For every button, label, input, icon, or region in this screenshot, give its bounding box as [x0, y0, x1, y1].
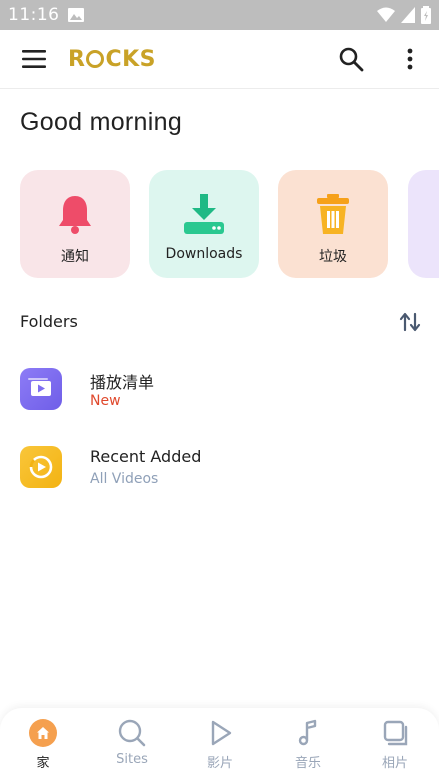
nav-music[interactable]: 音乐	[273, 718, 343, 778]
folder-name: Recent Added	[90, 447, 202, 466]
recent-video-icon	[20, 446, 62, 488]
app-logo: R CKS	[68, 44, 156, 74]
music-note-icon	[298, 719, 317, 746]
bottom-nav: 家 Sites 影片 音乐 相片	[0, 708, 439, 780]
folder-name: 播放清单	[90, 373, 155, 392]
folder-item-recent-added[interactable]: Recent Added All Videos	[20, 446, 420, 502]
more-vert-icon[interactable]	[398, 46, 422, 72]
status-time: 11:16	[8, 5, 60, 25]
downloads-card[interactable]: Downloads	[149, 170, 259, 278]
search-icon[interactable]	[338, 46, 364, 72]
nav-home-label: 家	[36, 756, 50, 771]
crown-o-icon	[86, 50, 105, 68]
wifi-icon	[377, 7, 395, 22]
trash-icon	[317, 194, 349, 234]
folder-subtitle: New	[90, 393, 121, 409]
playlist-icon	[20, 368, 62, 410]
home-icon	[29, 719, 57, 747]
trash-label: 垃圾	[319, 249, 347, 265]
play-icon	[211, 720, 232, 746]
folder-item-playlist[interactable]: 播放清单 New	[20, 368, 420, 424]
trash-card[interactable]: 垃圾	[278, 170, 388, 278]
battery-icon	[421, 6, 431, 24]
nav-home[interactable]: 家	[8, 718, 78, 778]
download-icon	[184, 194, 224, 234]
nav-films[interactable]: 影片	[185, 718, 255, 778]
photos-icon	[383, 720, 408, 746]
nav-sites[interactable]: Sites	[97, 718, 167, 778]
logo-text-end: CKS	[105, 46, 156, 72]
nav-films-label: 影片	[206, 756, 233, 771]
more-card[interactable]	[408, 170, 439, 278]
folder-subtitle: All Videos	[90, 471, 159, 487]
gallery-notification-icon	[67, 8, 84, 22]
nav-photos-label: 相片	[381, 756, 408, 771]
menu-icon[interactable]	[20, 46, 48, 72]
quick-actions: 通知 Downloads 垃圾	[20, 170, 439, 280]
search-icon	[118, 719, 146, 747]
downloads-label: Downloads	[165, 246, 243, 262]
signal-icon	[401, 7, 415, 23]
nav-photos[interactable]: 相片	[360, 718, 430, 778]
folders-title: Folders	[20, 312, 78, 331]
notifications-label: 通知	[61, 249, 89, 265]
notifications-card[interactable]: 通知	[20, 170, 130, 278]
logo-text-start: R	[68, 46, 86, 72]
nav-music-label: 音乐	[294, 756, 321, 771]
app-bar: R CKS	[0, 30, 439, 89]
nav-sites-label: Sites	[116, 752, 148, 767]
greeting-title: Good morning	[20, 108, 183, 136]
sort-icon[interactable]	[398, 310, 422, 334]
status-bar: 11:16	[0, 0, 439, 30]
bell-icon	[59, 196, 91, 234]
